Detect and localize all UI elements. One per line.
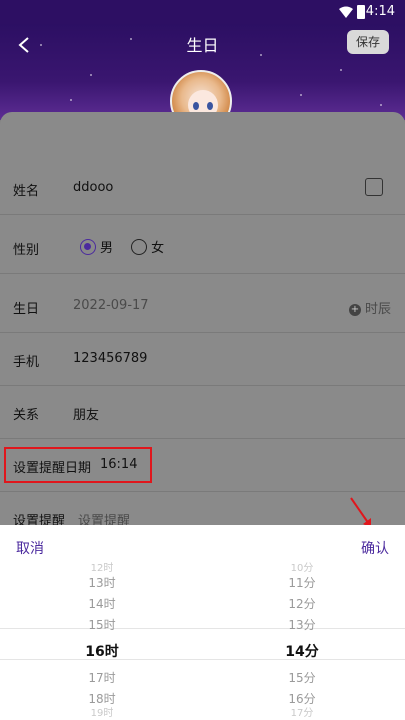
hour-selected[interactable]: 16时 <box>42 636 162 668</box>
page-title: 生日 <box>186 36 219 55</box>
battery-icon <box>357 5 365 19</box>
phone-value[interactable]: 123456789 <box>73 351 147 366</box>
gender-male-label[interactable]: 男 <box>100 241 113 256</box>
shichen-button[interactable]: + 时辰 <box>348 298 391 317</box>
minute-option[interactable]: 16分 <box>242 689 362 710</box>
hour-option[interactable]: 19时 <box>42 709 162 719</box>
confirm-button[interactable]: 确认 <box>361 538 389 558</box>
status-time: 4:14 <box>365 4 395 19</box>
contact-icon[interactable] <box>365 178 383 196</box>
minute-option[interactable]: 10分 <box>242 564 362 574</box>
birthday-label: 生日 <box>13 302 40 317</box>
relation-value[interactable]: 朋友 <box>73 404 99 423</box>
relation-label: 关系 <box>13 408 40 423</box>
birthday-value[interactable]: 2022-09-17 <box>73 298 149 313</box>
phone-row[interactable]: 手机 123456789 <box>0 333 405 386</box>
relation-row[interactable]: 关系 朋友 <box>0 386 405 439</box>
hour-option[interactable]: 18时 <box>42 689 162 710</box>
gender-female-label[interactable]: 女 <box>151 241 164 256</box>
hour-wheel[interactable]: 12时 13时 14时 15时 16时 17时 18时 19时 <box>42 564 162 719</box>
gender-options: 男 女 <box>80 237 178 256</box>
minute-selected[interactable]: 14分 <box>242 636 362 668</box>
hour-option[interactable]: 15时 <box>42 615 162 636</box>
name-row[interactable]: 姓名 ddooo <box>0 162 405 215</box>
hour-option[interactable]: 14时 <box>42 594 162 615</box>
hour-option[interactable]: 17时 <box>42 668 162 689</box>
minute-wheel[interactable]: 10分 11分 12分 13分 14分 15分 16分 17分 <box>242 564 362 719</box>
birthday-row[interactable]: 生日 2022-09-17 + 时辰 <box>0 280 405 333</box>
hour-option[interactable]: 13时 <box>42 573 162 594</box>
plus-icon: + <box>348 303 361 316</box>
minute-option[interactable]: 11分 <box>242 573 362 594</box>
minute-option[interactable]: 17分 <box>242 709 362 719</box>
time-picker: 取消 确认 12时 13时 14时 15时 16时 17时 18时 19时 10… <box>0 525 405 720</box>
avatar-eye-right <box>207 102 213 110</box>
wifi-icon <box>339 6 353 18</box>
shichen-label: 时辰 <box>364 302 391 317</box>
name-label: 姓名 <box>13 184 40 199</box>
gender-label: 性别 <box>13 243 40 258</box>
minute-option[interactable]: 12分 <box>242 594 362 615</box>
avatar-eye-left <box>193 102 199 110</box>
gender-male-radio[interactable] <box>80 238 96 255</box>
minute-option[interactable]: 15分 <box>242 668 362 689</box>
phone-label: 手机 <box>13 355 40 370</box>
reminder-date-highlight <box>4 447 152 483</box>
gender-row: 性别 男 女 <box>0 221 405 274</box>
cancel-button[interactable]: 取消 <box>16 538 44 558</box>
hour-option[interactable]: 12时 <box>42 564 162 574</box>
minute-option[interactable]: 13分 <box>242 615 362 636</box>
name-value[interactable]: ddooo <box>73 180 113 195</box>
gender-female-radio[interactable] <box>131 238 148 255</box>
save-button[interactable]: 保存 <box>347 30 389 54</box>
status-bar: 4:14 <box>0 0 405 24</box>
